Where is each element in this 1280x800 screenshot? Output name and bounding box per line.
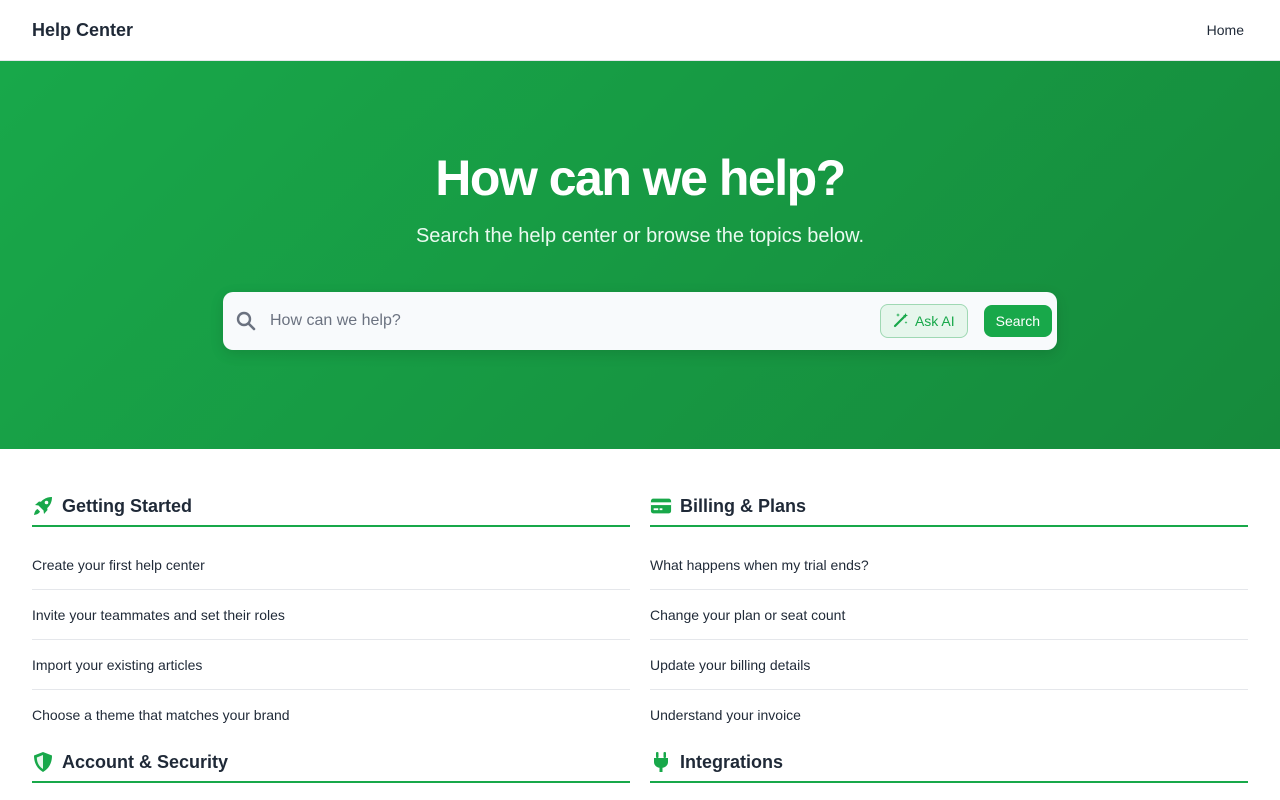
- article-link[interactable]: Understand your invoice: [650, 690, 1248, 740]
- topic-getting-started: Getting Started Create your first help c…: [32, 489, 630, 740]
- article-link[interactable]: Create your first help center: [32, 540, 630, 590]
- article-link[interactable]: Invite your teammates and set their role…: [32, 590, 630, 640]
- article-link[interactable]: Update your billing details: [650, 640, 1248, 690]
- rocket-icon: [32, 495, 54, 517]
- hero-title: How can we help?: [435, 150, 846, 206]
- article-link[interactable]: Choose a theme that matches your brand: [32, 690, 630, 740]
- topic-account-security: Account & Security: [32, 745, 630, 783]
- topic-title: Account & Security: [62, 751, 229, 772]
- topic-integrations: Integrations: [650, 745, 1248, 783]
- search-bar: Ask AI Search: [223, 292, 1057, 350]
- article-list: What happens when my trial ends? Change …: [650, 540, 1248, 740]
- search-input[interactable]: [270, 312, 880, 330]
- topic-header[interactable]: Billing & Plans: [650, 489, 1248, 527]
- ask-ai-label: Ask AI: [914, 313, 955, 329]
- search-icon: [235, 310, 257, 332]
- nav-home-link[interactable]: Home: [1207, 22, 1244, 38]
- credit-card-icon: [650, 495, 672, 517]
- hero-subtitle: Search the help center or browse the top…: [415, 225, 865, 247]
- shield-icon: [32, 751, 54, 773]
- topic-title: Billing & Plans: [680, 495, 807, 516]
- brand-title: Help Center: [32, 19, 134, 40]
- topic-title: Getting Started: [62, 495, 193, 516]
- ask-ai-button[interactable]: Ask AI: [879, 304, 968, 338]
- topic-header[interactable]: Getting Started: [32, 489, 630, 527]
- topic-header[interactable]: Account & Security: [32, 745, 630, 783]
- hero: How can we help? Search the help center …: [0, 61, 1280, 449]
- article-link[interactable]: What happens when my trial ends?: [650, 540, 1248, 590]
- top-bar: Help Center Home: [0, 0, 1280, 61]
- article-link[interactable]: Import your existing articles: [32, 640, 630, 690]
- search-button[interactable]: Search: [983, 305, 1052, 337]
- plug-icon: [650, 751, 672, 773]
- topics-grid: Getting Started Create your first help c…: [0, 449, 1280, 783]
- article-link[interactable]: Change your plan or seat count: [650, 590, 1248, 640]
- article-list: Create your first help center Invite you…: [32, 540, 630, 740]
- topic-title: Integrations: [680, 751, 784, 772]
- topic-billing-plans: Billing & Plans What happens when my tri…: [650, 489, 1248, 740]
- magic-wand-icon: [893, 312, 909, 331]
- topic-header[interactable]: Integrations: [650, 745, 1248, 783]
